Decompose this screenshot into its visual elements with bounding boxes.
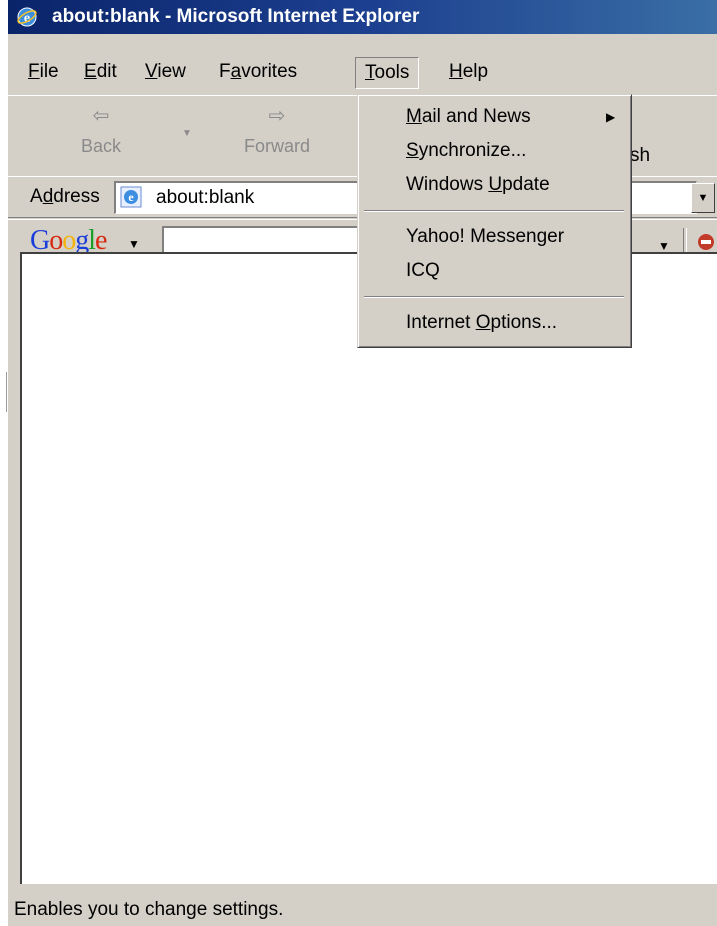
menu-file[interactable]: File [19,57,68,87]
menu-bar: File Edit View Favorites Tools Help [8,52,717,90]
google-dropdown-icon[interactable]: ▼ [658,239,670,253]
back-dropdown-icon[interactable]: ▼ [182,128,192,139]
desktop-mark [6,372,7,412]
address-label: Address [30,186,100,207]
menu-help[interactable]: Help [440,57,497,87]
browser-window: e about:blank - Microsoft Internet Explo… [8,0,717,926]
menu-item-icq[interactable]: ICQ [406,255,440,287]
menu-item-yahoo-messenger[interactable]: Yahoo! Messenger [406,221,564,253]
menu-item-internet-options[interactable]: Internet Options... [406,307,557,339]
window-title: about:blank - Microsoft Internet Explore… [52,6,420,27]
status-bar: Enables you to change settings. [8,888,717,926]
google-menu-caret-icon[interactable]: ▼ [128,237,140,251]
menu-separator [364,296,624,298]
back-label: Back [80,136,122,156]
menu-item-windows-update[interactable]: Windows Update [406,169,550,201]
menu-tools[interactable]: Tools [355,57,420,89]
back-button[interactable]: ⇦ Back [60,106,142,157]
menu-edit[interactable]: Edit [75,57,126,87]
forward-arrow-icon: ⇨ [268,105,286,127]
menu-separator [364,210,624,212]
address-dropdown-button[interactable]: ▼ [691,183,715,213]
address-value: about:blank [156,187,255,208]
menu-favorites[interactable]: Favorites [210,57,306,87]
tools-menu: Mail and News ▶ Synchronize... Windows U… [357,94,632,348]
menu-item-mail-and-news[interactable]: Mail and News [406,101,531,133]
back-arrow-icon: ⇦ [92,105,110,127]
menu-view[interactable]: View [136,57,195,87]
desktop-strip [0,0,8,926]
refresh-label-partial[interactable]: sh [630,145,650,167]
ie-logo-icon: e [17,7,37,27]
menu-item-synchronize[interactable]: Synchronize... [406,135,526,167]
title-bar[interactable]: e about:blank - Microsoft Internet Explo… [8,0,717,34]
forward-button[interactable]: ⇨ Forward [236,106,318,157]
forward-label: Forward [243,136,310,156]
status-text: Enables you to change settings. [14,899,284,920]
svg-text:e: e [128,190,134,204]
popup-blocker-icon[interactable] [696,232,716,252]
submenu-arrow-icon: ▶ [606,110,616,124]
page-ie-icon: e [120,186,142,208]
